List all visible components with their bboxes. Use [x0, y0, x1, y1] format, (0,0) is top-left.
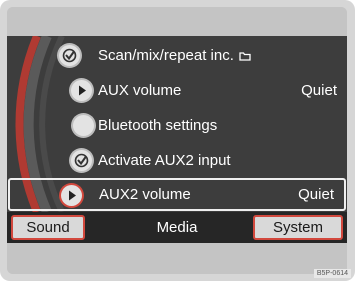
menu-item-bluetooth-settings[interactable]: Bluetooth settings [7, 108, 347, 143]
play-arrow-icon [71, 80, 92, 101]
menu-item-label: AUX2 volume [99, 186, 191, 203]
header-bar [7, 7, 347, 36]
menu-item-aux2-volume[interactable]: AUX2 volume Quiet [8, 178, 346, 211]
play-arrow-icon [61, 185, 82, 206]
image-code: B5P-0614 [313, 269, 351, 278]
display-screen: Scan/mix/repeat inc. AUX volume Quiet Bl… [7, 7, 347, 274]
menu-item-label: Activate AUX2 input [98, 152, 231, 169]
menu-item-value: Quiet [301, 82, 337, 99]
checkbox-checked-icon[interactable] [59, 45, 80, 66]
menu-list: Scan/mix/repeat inc. AUX volume Quiet Bl… [7, 36, 347, 212]
tab-bar: Sound Media System [7, 212, 347, 243]
device-frame: Scan/mix/repeat inc. AUX volume Quiet Bl… [0, 0, 355, 281]
menu-item-activate-aux2[interactable]: Activate AUX2 input [7, 143, 347, 178]
menu-item-aux-volume[interactable]: AUX volume Quiet [7, 73, 347, 108]
tab-system[interactable]: System [253, 215, 343, 240]
menu-item-value: Quiet [298, 186, 334, 203]
checkbox-checked-icon[interactable] [71, 150, 92, 171]
blank-circle-icon [73, 115, 94, 136]
menu-item-label: Scan/mix/repeat inc. [98, 38, 251, 73]
footer-bar [7, 243, 347, 274]
tab-media[interactable]: Media [127, 215, 227, 240]
menu-item-label: Bluetooth settings [98, 117, 218, 134]
menu-item-scan-mix-repeat[interactable]: Scan/mix/repeat inc. [7, 38, 347, 73]
menu-item-label: AUX volume [98, 82, 182, 99]
folder-icon [239, 39, 251, 74]
tab-sound[interactable]: Sound [11, 215, 85, 240]
